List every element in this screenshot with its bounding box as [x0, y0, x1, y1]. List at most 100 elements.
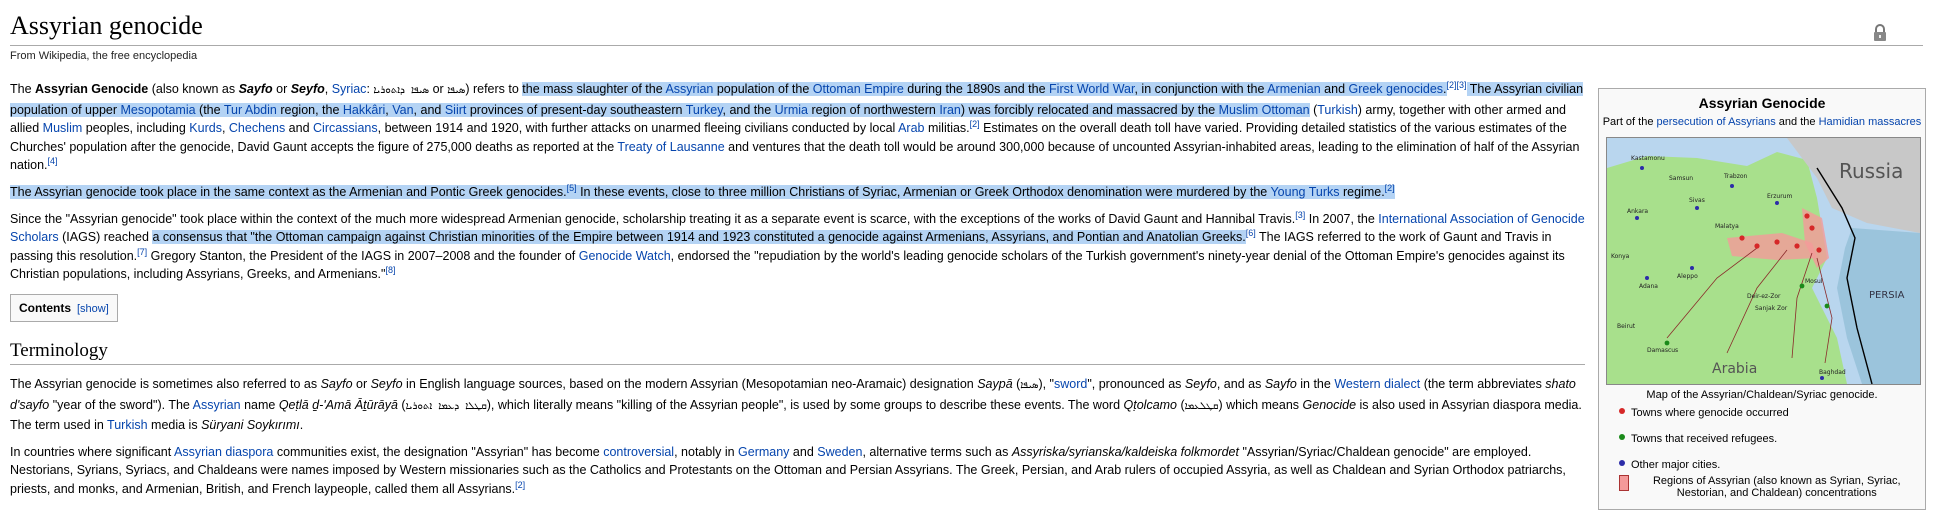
link-arab[interactable]: Arab [898, 121, 924, 135]
legend-label: Other major cities. [1631, 459, 1721, 471]
link-young-turks[interactable]: Young Turks [1270, 185, 1339, 199]
link-turkish[interactable]: Turkish [1317, 103, 1358, 117]
text: , alternative terms such as [862, 444, 1012, 459]
italic-term: Sayfo [238, 82, 273, 96]
link-hakkari[interactable]: Hakkâri [343, 103, 385, 117]
text: (also known as [148, 82, 239, 96]
link-germany[interactable]: Germany [738, 445, 789, 459]
link-sword[interactable]: sword [1054, 377, 1087, 391]
link-turkey[interactable]: Turkey [686, 103, 723, 117]
section-heading-terminology: Terminology [10, 340, 1585, 365]
map-label-trabzon: Trabzon [1723, 173, 1748, 180]
map-label-beirut: Beirut [1617, 323, 1636, 330]
text: Since the "Assyrian genocide" took place… [10, 211, 1296, 226]
text: ), which literally means "killing of the… [486, 397, 1124, 412]
link-assyrian-people[interactable]: Assyrian [193, 398, 241, 412]
text: (the [195, 102, 224, 117]
text: (IAGS) reached [58, 230, 153, 245]
terminology-paragraph-1: The Assyrian genocide is sometimes also … [10, 375, 1585, 435]
link-assyrian[interactable]: Assyrian [665, 82, 713, 96]
link-urmia[interactable]: Urmia [775, 103, 808, 117]
citation-link[interactable]: [2] [1385, 183, 1395, 193]
text: Part of the [1602, 116, 1657, 128]
link-sweden[interactable]: Sweden [817, 445, 862, 459]
link-siirt[interactable]: Siirt [445, 103, 467, 117]
map-city-other [1820, 376, 1824, 380]
link-mesopotamia[interactable]: Mesopotamia [121, 103, 196, 117]
lead-paragraph-2: The Assyrian genocide took place in the … [10, 183, 1585, 202]
lead-paragraph-3: Since the "Assyrian genocide" took place… [10, 210, 1585, 284]
text: in the [1296, 376, 1335, 391]
citation-link[interactable]: [8] [385, 265, 395, 275]
text: and the [1775, 116, 1819, 128]
citation-link[interactable]: [2] [515, 480, 525, 490]
italic-term: Qeṭlā ḏ-'Amā Āṯūrāyā [278, 397, 398, 412]
map-town-massacre [1804, 213, 1810, 219]
map-land-anatolia [1607, 152, 1847, 384]
link-muslim[interactable]: Muslim [43, 121, 83, 135]
link-turkish-language[interactable]: Turkish [107, 418, 148, 432]
infobox-part-of: Part of the persecution of Assyrians and… [1599, 116, 1925, 128]
link-kurds[interactable]: Kurds [189, 121, 222, 135]
italic-term: Genocide [1302, 397, 1357, 412]
map-label-sanjak-zor: Sanjak Zor [1755, 305, 1788, 312]
link-syriac[interactable]: Syriac [332, 82, 367, 96]
link-hamidian-massacres[interactable]: Hamidian massacres [1819, 116, 1922, 128]
link-genocide-watch[interactable]: Genocide Watch [579, 249, 671, 263]
map-city-other [1775, 201, 1779, 205]
link-western-dialect[interactable]: Western dialect [1334, 377, 1420, 391]
citation-link[interactable]: [5] [567, 183, 577, 193]
map-town-massacre [1774, 239, 1780, 245]
genocide-map[interactable]: Russia PERSIA Arabia Kastamonu Trabzon S… [1606, 137, 1921, 385]
citation-link[interactable]: [3] [1295, 209, 1305, 219]
map-label-arabia: Arabia [1712, 361, 1757, 377]
text: region, the [276, 102, 343, 117]
lock-icon[interactable] [1873, 24, 1887, 42]
text: communities exist, the designation "Assy… [273, 444, 604, 459]
link-circassians[interactable]: Circassians [313, 121, 378, 135]
text: media is [147, 418, 202, 433]
map-label-damascus: Damascus [1647, 347, 1678, 354]
map-label-mosul: Mosul [1805, 278, 1823, 285]
link-muslim-ottoman[interactable]: Muslim Ottoman [1219, 103, 1310, 117]
link-chechens[interactable]: Chechens [229, 121, 285, 135]
map-label-deir-ez-zor: Deir-ez-Zor [1747, 293, 1781, 300]
link-assyrian-diaspora[interactable]: Assyrian diaspora [174, 445, 273, 459]
text: (the term abbreviates [1420, 376, 1546, 391]
link-tur-abdin[interactable]: Tur Abdin [224, 103, 277, 117]
link-first-world-war[interactable]: First World War [1049, 82, 1134, 96]
map-city-other [1645, 276, 1649, 280]
syriac-text: ܣܝܦܐ [1020, 379, 1039, 391]
link-ottoman-empire[interactable]: Ottoman Empire [813, 82, 904, 96]
map-label-russia: Russia [1839, 159, 1903, 183]
citation-link[interactable]: [7] [137, 247, 147, 257]
map-city-other [1730, 184, 1734, 188]
citation-link[interactable]: [6] [1246, 228, 1256, 238]
map-label-erzurum: Erzurum [1767, 193, 1792, 200]
link-armenian[interactable]: Armenian [1267, 82, 1321, 96]
toc-show-toggle[interactable]: [show] [77, 303, 109, 315]
map-label-ankara: Ankara [1627, 208, 1648, 215]
text: name [240, 397, 279, 412]
link-treaty-of-lausanne[interactable]: Treaty of Lausanne [617, 140, 724, 154]
map-label-samsun: Samsun [1669, 175, 1693, 182]
link-persecution-of-assyrians[interactable]: persecution of Assyrians [1657, 116, 1776, 128]
legend-region: Regions of Assyrian (also known as Syria… [1619, 475, 1919, 499]
map-city-other [1640, 166, 1644, 170]
page-title: Assyrian genocide [10, 11, 203, 40]
citation-link[interactable]: [4] [48, 156, 58, 166]
text: , in conjunction with the [1134, 82, 1268, 96]
link-controversial[interactable]: controversial [603, 445, 674, 459]
italic-term: Seyfo [1184, 376, 1217, 391]
text: peoples, including [82, 121, 190, 136]
region-square-icon [1619, 475, 1629, 491]
link-greek-genocides[interactable]: Greek genocides [1349, 82, 1444, 96]
italic-term: Sayfo [320, 376, 353, 391]
citation-link[interactable]: [2] [970, 119, 980, 129]
map-label-konya: Konya [1611, 253, 1630, 260]
text: or [352, 376, 371, 391]
link-van[interactable]: Van [392, 103, 413, 117]
citation-link[interactable]: [2][3] [1447, 80, 1467, 90]
link-iran[interactable]: Iran [939, 103, 961, 117]
text: In countries where significant [10, 444, 174, 459]
